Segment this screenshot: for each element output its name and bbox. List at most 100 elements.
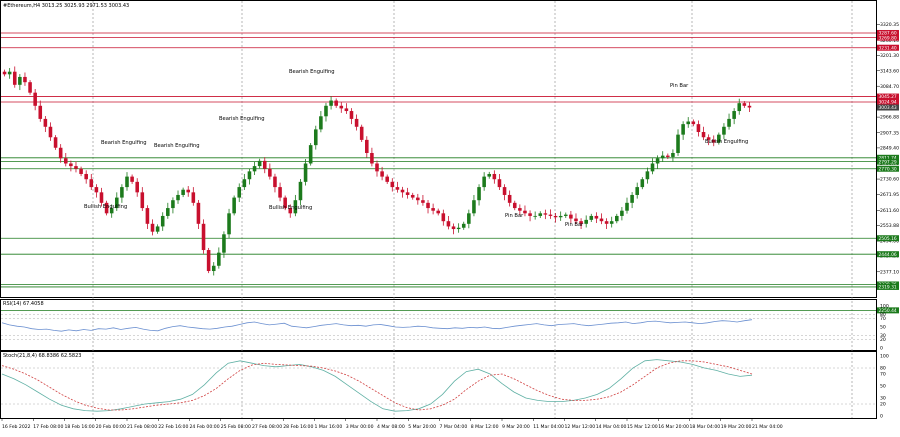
candle-body: [482, 176, 486, 188]
candle-body: [69, 163, 73, 167]
candle-body: [574, 218, 578, 222]
price-chart[interactable]: #Ethereum,H4 3013.25 3025.93 2971.53 300…: [0, 0, 900, 433]
candle-body: [43, 118, 48, 127]
candle-body: [395, 187, 400, 190]
price-axis: 3320.353260.103201.303143.603084.703025.…: [876, 22, 899, 314]
candle-body: [563, 214, 568, 216]
candle-body: [451, 226, 456, 230]
candle-body: [94, 187, 99, 193]
stoch-tick-label: 0: [880, 414, 883, 420]
candle-body: [666, 155, 670, 157]
time-tick-label: 5 Mar 20:00: [408, 424, 436, 430]
time-tick-label: 21 Mar 04:00: [752, 424, 783, 430]
candle-body: [650, 163, 655, 172]
candle-body: [329, 100, 333, 106]
candle-body: [359, 126, 364, 140]
candle-body: [431, 208, 435, 211]
candle-body: [84, 173, 88, 180]
time-tick-label: 19 Mar 20:00: [721, 424, 752, 430]
candle-body: [380, 171, 384, 177]
time-tick-label: 9 Mar 20:00: [502, 424, 530, 430]
candle-body: [446, 221, 451, 227]
candle-body: [339, 105, 344, 109]
candle-body: [160, 215, 165, 227]
candle-body: [262, 160, 267, 169]
candle-body: [252, 166, 257, 172]
candle-body: [467, 213, 471, 224]
level-label: 2319.31: [879, 285, 897, 291]
candle-body: [370, 153, 374, 164]
ann-bullish-1: Bullish Engulfing: [84, 204, 127, 210]
candle-body: [308, 145, 313, 164]
price-tick-label: 3320.35: [880, 22, 899, 28]
candle-body: [166, 208, 170, 216]
candle-body: [477, 187, 481, 201]
candle-body: [635, 187, 639, 195]
time-tick-label: 3 Mar 00:00: [346, 424, 374, 430]
candle-body: [533, 215, 537, 217]
time-tick-label: 18 Mar 04:00: [690, 424, 721, 430]
time-tick-label: 14 Mar 04:00: [596, 424, 627, 430]
candle-body: [722, 126, 726, 135]
candle-body: [400, 189, 405, 193]
candle-body: [615, 215, 619, 222]
candle-body: [461, 223, 466, 228]
price-tick-label: 3143.60: [880, 68, 899, 74]
time-tick-label: 22 Feb 16:00: [158, 424, 188, 430]
candle-body: [737, 103, 742, 112]
ann-bearish-2: Bearish Engulfing: [154, 143, 200, 149]
ann-bullish-3: Bullish Engulfing: [705, 139, 748, 145]
candle-body: [211, 265, 216, 272]
candle-body: [23, 76, 27, 83]
candle-body: [74, 166, 78, 169]
rsi-tick-label: 100: [880, 304, 889, 310]
candle-body: [589, 215, 594, 220]
candle-body: [150, 223, 155, 232]
candle-body: [53, 137, 58, 148]
candle-body: [125, 176, 129, 188]
time-tick-label: 20 Feb 00:00: [96, 424, 126, 430]
candle-body: [319, 116, 323, 130]
level-label: 3231.40: [879, 45, 897, 51]
candle-body: [12, 71, 17, 85]
candle-body: [176, 194, 180, 201]
time-tick-label: 11 Mar 04:00: [533, 424, 564, 430]
candle-body: [507, 194, 512, 203]
stoch-panel: [0, 351, 877, 419]
candle-body: [303, 163, 308, 182]
candle-body: [604, 221, 609, 224]
level-label: 2770.30: [879, 166, 897, 172]
candle-body: [681, 124, 685, 135]
candle-body: [298, 181, 303, 201]
rsi-tick-label: 50: [880, 325, 886, 331]
candle-body: [191, 192, 196, 203]
candle-body: [456, 227, 461, 230]
price-tick-label: 3201.30: [880, 53, 899, 59]
candle-body: [492, 173, 497, 180]
candle-body: [676, 134, 680, 153]
candle-body: [120, 187, 124, 198]
candle-body: [33, 92, 37, 106]
candle-body: [620, 210, 624, 216]
level-label: 2797.29: [879, 159, 897, 165]
candle-body: [278, 187, 282, 198]
price-tick-label: 2611.60: [880, 208, 899, 214]
candle-body: [222, 234, 226, 253]
candle-body: [512, 202, 517, 209]
rsi-tick-label: 70: [880, 316, 886, 322]
candle-body: [523, 210, 527, 214]
time-tick-label: 25 Feb 08:00: [221, 424, 251, 430]
candle-body: [696, 124, 701, 133]
ann-bearish-3: Bearish Engulfing: [219, 116, 265, 122]
candle-body: [405, 192, 410, 195]
candle-body: [553, 215, 558, 218]
stoch-header: Stoch(21,8,4) 68.8386 62.5823: [3, 353, 81, 359]
candle-body: [375, 163, 379, 172]
level-label: 2505.16: [879, 236, 897, 242]
candle-body: [201, 223, 206, 251]
candle-body: [441, 213, 446, 222]
level-label: 3269.80: [879, 35, 897, 41]
candle-body: [354, 118, 359, 127]
candle-body: [416, 197, 420, 201]
candle-body: [543, 213, 548, 215]
